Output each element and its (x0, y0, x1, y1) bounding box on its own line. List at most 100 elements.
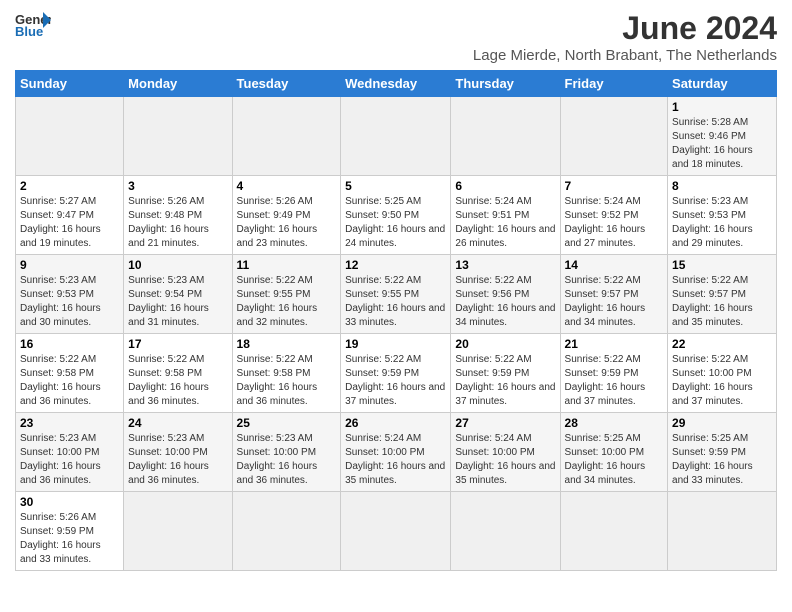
day-content: Sunrise: 5:24 AM Sunset: 10:00 PM Daylig… (455, 432, 555, 488)
calendar-header: Sunday Monday Tuesday Wednesday Thursday… (16, 71, 777, 97)
table-cell: 12 Sunrise: 5:22 AM Sunset: 9:55 PM Dayli… (341, 255, 451, 334)
day-number: 19 (345, 337, 446, 351)
day-number: 20 (455, 337, 555, 351)
day-number: 17 (128, 337, 227, 351)
table-cell (16, 97, 124, 176)
table-cell (232, 97, 341, 176)
table-cell: 1 Sunrise: 5:28 AM Sunset: 9:46 PM Daylig… (668, 97, 777, 176)
day-content: Sunrise: 5:25 AM Sunset: 10:00 PM Daylig… (565, 432, 664, 488)
day-content: Sunrise: 5:22 AM Sunset: 9:58 PM Dayligh… (237, 353, 337, 409)
day-content: Sunrise: 5:23 AM Sunset: 9:53 PM Dayligh… (20, 274, 119, 330)
table-cell (341, 492, 451, 571)
table-cell (668, 492, 777, 571)
header: General Blue June 2024 Lage Mierde, Nort… (15, 10, 777, 64)
table-cell (124, 97, 232, 176)
table-cell: 22Sunrise: 5:22 AM Sunset: 10:00 PM Dayl… (668, 334, 777, 413)
table-cell: 21Sunrise: 5:22 AM Sunset: 9:59 PM Dayli… (560, 334, 668, 413)
day-number: 7 (565, 179, 664, 193)
day-content: Sunrise: 5:22 AM Sunset: 9:58 PM Dayligh… (128, 353, 227, 409)
table-cell: 2 Sunrise: 5:27 AM Sunset: 9:47 PM Daylig… (16, 176, 124, 255)
day-content: Sunrise: 5:27 AM Sunset: 9:47 PM Dayligh… (20, 195, 119, 251)
day-content: Sunrise: 5:25 AM Sunset: 9:50 PM Dayligh… (345, 195, 446, 251)
day-content: Sunrise: 5:22 AM Sunset: 9:57 PM Dayligh… (565, 274, 664, 330)
table-cell: 19Sunrise: 5:22 AM Sunset: 9:59 PM Dayli… (341, 334, 451, 413)
table-cell (560, 97, 668, 176)
day-number: 5 (345, 179, 446, 193)
table-cell: 27 Sunrise: 5:24 AM Sunset: 10:00 PM Dayl… (451, 413, 560, 492)
table-cell: 4 Sunrise: 5:26 AM Sunset: 9:49 PM Daylig… (232, 176, 341, 255)
day-content: Sunrise: 5:24 AM Sunset: 10:00 PM Daylig… (345, 432, 446, 488)
table-cell: 30 Sunrise: 5:26 AM Sunset: 9:59 PM Dayli… (16, 492, 124, 571)
day-content: Sunrise: 5:22 AM Sunset: 9:59 PM Dayligh… (455, 353, 555, 409)
table-cell: 3 Sunrise: 5:26 AM Sunset: 9:48 PM Daylig… (124, 176, 232, 255)
day-content: Sunrise: 5:28 AM Sunset: 9:46 PM Dayligh… (672, 116, 772, 172)
day-number: 10 (128, 258, 227, 272)
header-saturday: Saturday (668, 71, 777, 97)
day-content: Sunrise: 5:23 AM Sunset: 9:53 PM Dayligh… (672, 195, 772, 251)
day-number: 27 (455, 416, 555, 430)
day-number: 15 (672, 258, 772, 272)
day-content: Sunrise: 5:23 AM Sunset: 9:54 PM Dayligh… (128, 274, 227, 330)
table-cell: 18 Sunrise: 5:22 AM Sunset: 9:58 PM Dayli… (232, 334, 341, 413)
day-number: 14 (565, 258, 664, 272)
day-number: 12 (345, 258, 446, 272)
calendar-body: 1 Sunrise: 5:28 AM Sunset: 9:46 PM Daylig… (16, 97, 777, 571)
day-number: 2 (20, 179, 119, 193)
table-cell: 23 Sunrise: 5:23 AM Sunset: 10:00 PM Dayl… (16, 413, 124, 492)
table-cell: 13 Sunrise: 5:22 AM Sunset: 9:56 PM Dayli… (451, 255, 560, 334)
table-cell (560, 492, 668, 571)
day-number: 3 (128, 179, 227, 193)
table-cell: 7 Sunrise: 5:24 AM Sunset: 9:52 PM Daylig… (560, 176, 668, 255)
day-number: 24 (128, 416, 227, 430)
day-content: Sunrise: 5:26 AM Sunset: 9:59 PM Dayligh… (20, 511, 119, 567)
day-content: Sunrise: 5:22 AM Sunset: 9:55 PM Dayligh… (237, 274, 337, 330)
month-title: June 2024 (473, 10, 777, 47)
header-thursday: Thursday (451, 71, 560, 97)
svg-text:Blue: Blue (15, 24, 43, 38)
day-number: 23 (20, 416, 119, 430)
day-content: Sunrise: 5:22 AM Sunset: 9:58 PM Dayligh… (20, 353, 119, 409)
logo-icon: General Blue (15, 10, 51, 38)
day-content: Sunrise: 5:22 AM Sunset: 10:00 PM Daylig… (672, 353, 772, 409)
day-content: Sunrise: 5:25 AM Sunset: 9:59 PM Dayligh… (672, 432, 772, 488)
day-number: 1 (672, 100, 772, 114)
day-number: 13 (455, 258, 555, 272)
day-number: 30 (20, 495, 119, 509)
table-cell (451, 492, 560, 571)
table-cell: 6 Sunrise: 5:24 AM Sunset: 9:51 PM Daylig… (451, 176, 560, 255)
day-content: Sunrise: 5:24 AM Sunset: 9:52 PM Dayligh… (565, 195, 664, 251)
day-content: Sunrise: 5:22 AM Sunset: 9:56 PM Dayligh… (455, 274, 555, 330)
header-tuesday: Tuesday (232, 71, 341, 97)
day-content: Sunrise: 5:22 AM Sunset: 9:55 PM Dayligh… (345, 274, 446, 330)
day-content: Sunrise: 5:23 AM Sunset: 10:00 PM Daylig… (128, 432, 227, 488)
day-number: 18 (237, 337, 337, 351)
table-cell (341, 97, 451, 176)
header-sunday: Sunday (16, 71, 124, 97)
day-number: 6 (455, 179, 555, 193)
table-cell: 26 Sunrise: 5:24 AM Sunset: 10:00 PM Dayl… (341, 413, 451, 492)
table-cell: 20 Sunrise: 5:22 AM Sunset: 9:59 PM Dayli… (451, 334, 560, 413)
table-cell: 16 Sunrise: 5:22 AM Sunset: 9:58 PM Dayli… (16, 334, 124, 413)
day-number: 16 (20, 337, 119, 351)
day-number: 21 (565, 337, 664, 351)
day-number: 29 (672, 416, 772, 430)
day-content: Sunrise: 5:26 AM Sunset: 9:49 PM Dayligh… (237, 195, 337, 251)
table-cell (232, 492, 341, 571)
table-cell: 10 Sunrise: 5:23 AM Sunset: 9:54 PM Dayli… (124, 255, 232, 334)
day-content: Sunrise: 5:26 AM Sunset: 9:48 PM Dayligh… (128, 195, 227, 251)
table-cell: 29 Sunrise: 5:25 AM Sunset: 9:59 PM Dayli… (668, 413, 777, 492)
table-cell: 17 Sunrise: 5:22 AM Sunset: 9:58 PM Dayli… (124, 334, 232, 413)
day-number: 4 (237, 179, 337, 193)
day-content: Sunrise: 5:23 AM Sunset: 10:00 PM Daylig… (20, 432, 119, 488)
day-number: 9 (20, 258, 119, 272)
day-number: 11 (237, 258, 337, 272)
table-cell: 25Sunrise: 5:23 AM Sunset: 10:00 PM Dayl… (232, 413, 341, 492)
header-monday: Monday (124, 71, 232, 97)
day-number: 26 (345, 416, 446, 430)
day-number: 8 (672, 179, 772, 193)
table-cell: 14 Sunrise: 5:22 AM Sunset: 9:57 PM Dayli… (560, 255, 668, 334)
table-cell: 5 Sunrise: 5:25 AM Sunset: 9:50 PM Daylig… (341, 176, 451, 255)
calendar-table: Sunday Monday Tuesday Wednesday Thursday… (15, 70, 777, 571)
day-content: Sunrise: 5:24 AM Sunset: 9:51 PM Dayligh… (455, 195, 555, 251)
table-cell: 15Sunrise: 5:22 AM Sunset: 9:57 PM Dayli… (668, 255, 777, 334)
